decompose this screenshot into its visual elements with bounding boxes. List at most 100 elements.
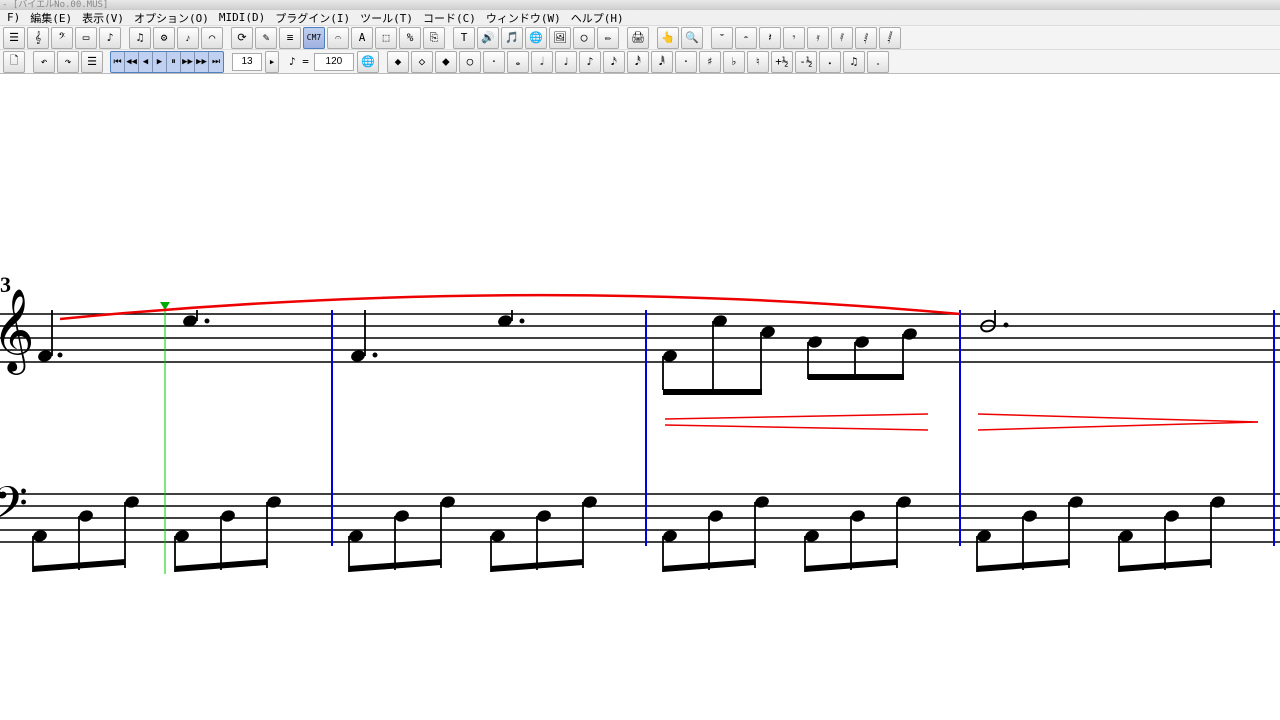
tool2r-1[interactable]: ◇ [411,51,433,73]
tool-2[interactable]: 𝄢 [51,27,73,49]
cresc-bot[interactable] [665,425,928,430]
tool-26[interactable]: ◯ [573,27,595,49]
tool-6[interactable]: ♫ [129,27,151,49]
tool-12[interactable]: ✎ [255,27,277,49]
tool-36[interactable]: 𝄽 [759,27,781,49]
tool-11[interactable]: ⟳ [231,27,253,49]
tool-8[interactable]: 𝆔 [177,27,199,49]
menu-help[interactable]: ヘルプ(H) [566,9,629,27]
tool-9[interactable]: ⌒ [201,27,223,49]
tempo-input[interactable] [314,53,354,71]
tool-13[interactable]: ≡ [279,27,301,49]
tool2r-5[interactable]: 𝅝 [507,51,529,73]
bass-clef: 𝄢 [0,479,28,541]
tool-41[interactable]: 𝅂 [879,27,901,49]
transport-0[interactable]: ⏮ [111,52,125,72]
cresc-top[interactable] [665,414,928,419]
tool2r-20[interactable]: 𝅃 [867,51,889,73]
tool-37[interactable]: 𝄾 [783,27,805,49]
toolbar-secondary: 🗋↶↷☰⏮◀◀◀▶⏸▶▶▶▶⏭▸♪ =🌐◆◇⬥○·𝅝𝅗𝅥♩♪𝅘𝅥𝅯𝅘𝅥𝅰𝅘𝅥𝅱·… [0,50,1280,74]
tool-29[interactable]: 🖨 [627,27,649,49]
tool2r-7[interactable]: ♩ [555,51,577,73]
tool2r-10[interactable]: 𝅘𝅥𝅰 [627,51,649,73]
transport-3[interactable]: ▶ [153,52,167,72]
tool-0[interactable]: ☰ [3,27,25,49]
tool2r-9[interactable]: 𝅘𝅥𝅯 [603,51,625,73]
tool2r-2[interactable]: ⬥ [435,51,457,73]
transport-6[interactable]: ▶▶ [195,52,209,72]
tempo-label: ♪ = [289,55,309,68]
tool-18[interactable]: % [399,27,421,49]
menu-bar: F) 編集(E) 表示(V) オプション(O) MIDI(D) プラグイン(I)… [0,10,1280,26]
tool-32[interactable]: 🔍 [681,27,703,49]
tool-25[interactable]: 🖼 [549,27,571,49]
tool2r-13[interactable]: ♯ [699,51,721,73]
tool-21[interactable]: T [453,27,475,49]
dim-bot[interactable] [978,422,1258,430]
tool-15[interactable]: 𝄐 [327,27,349,49]
dim-top[interactable] [978,414,1258,422]
tool2r-19[interactable]: ♫ [843,51,865,73]
transport-1[interactable]: ◀◀ [125,52,139,72]
transport-5[interactable]: ▶▶ [181,52,195,72]
tempo-apply[interactable]: 🌐 [357,51,379,73]
tool2r-11[interactable]: 𝅘𝅥𝅱 [651,51,673,73]
tool-3[interactable]: ▭ [75,27,97,49]
transport-7[interactable]: ⏭ [209,52,223,72]
tool2l-4[interactable]: ☰ [81,51,103,73]
bass-staff [0,494,1280,542]
menu-tool[interactable]: ツール(T) [355,9,418,27]
transport-2[interactable]: ◀ [139,52,153,72]
tool2l-3[interactable]: ↷ [57,51,79,73]
menu-plugin[interactable]: プラグイン(I) [270,9,355,27]
tool2r-14[interactable]: ♭ [723,51,745,73]
tool2l-0[interactable]: 🗋 [3,51,25,73]
menu-edit[interactable]: 編集(E) [25,9,77,27]
tool2r-12[interactable]: · [675,51,697,73]
tool2r-6[interactable]: 𝅗𝅥 [531,51,553,73]
toolbar-main: ☰𝄞𝄢▭♪ ♫⚙𝆔⌒ ⟳✎≡CM7𝄐A⬚%⎘ T🔊🎵🌐🖼◯✏ 🖨 👆🔍 𝄻𝄼𝄽𝄾𝄿𝅀𝅁𝅂 [0,26,1280,50]
transport: ⏮◀◀◀▶⏸▶▶▶▶⏭ [110,51,224,73]
tool2r-0[interactable]: ◆ [387,51,409,73]
tool-24[interactable]: 🌐 [525,27,547,49]
score-svg: 𝄞 𝄢 3 [0,74,1280,714]
menu-midi[interactable]: MIDI(D) [214,10,270,25]
stepper[interactable]: ▸ [265,51,279,73]
tool-16[interactable]: A [351,27,373,49]
menu-options[interactable]: オプション(O) [129,9,214,27]
tool2r-4[interactable]: · [483,51,505,73]
tool-35[interactable]: 𝄼 [735,27,757,49]
tool-40[interactable]: 𝅁 [855,27,877,49]
tool2r-3[interactable]: ○ [459,51,481,73]
tool2r-18[interactable]: 𝆺 [819,51,841,73]
tool-7[interactable]: ⚙ [153,27,175,49]
tool2r-17[interactable]: -½ [795,51,817,73]
tool-1[interactable]: 𝄞 [27,27,49,49]
menu-view[interactable]: 表示(V) [77,9,129,27]
tool2r-8[interactable]: ♪ [579,51,601,73]
tool-27[interactable]: ✏ [597,27,619,49]
tool-22[interactable]: 🔊 [477,27,499,49]
tool2r-15[interactable]: ♮ [747,51,769,73]
transport-4[interactable]: ⏸ [167,52,181,72]
tool-4[interactable]: ♪ [99,27,121,49]
treble-m2[interactable] [350,310,525,363]
slur[interactable] [60,295,960,319]
tool2l-2[interactable]: ↶ [33,51,55,73]
menu-chord[interactable]: コード(C) [418,9,481,27]
tool-34[interactable]: 𝄻 [711,27,733,49]
measure-input[interactable] [232,53,262,71]
tool-14[interactable]: CM7 [303,27,325,49]
tool-38[interactable]: 𝄿 [807,27,829,49]
score-viewport[interactable]: 𝄞 𝄢 3 [0,74,1280,714]
treble-clef: 𝄞 [0,289,35,375]
tool-31[interactable]: 👆 [657,27,679,49]
tool-39[interactable]: 𝅀 [831,27,853,49]
menu-window[interactable]: ウィンドウ(W) [481,9,566,27]
tool-23[interactable]: 🎵 [501,27,523,49]
tool-17[interactable]: ⬚ [375,27,397,49]
tool-19[interactable]: ⎘ [423,27,445,49]
tool2r-16[interactable]: +½ [771,51,793,73]
menu-file[interactable]: F) [2,10,25,25]
time-sig-top: 3 [0,272,11,297]
